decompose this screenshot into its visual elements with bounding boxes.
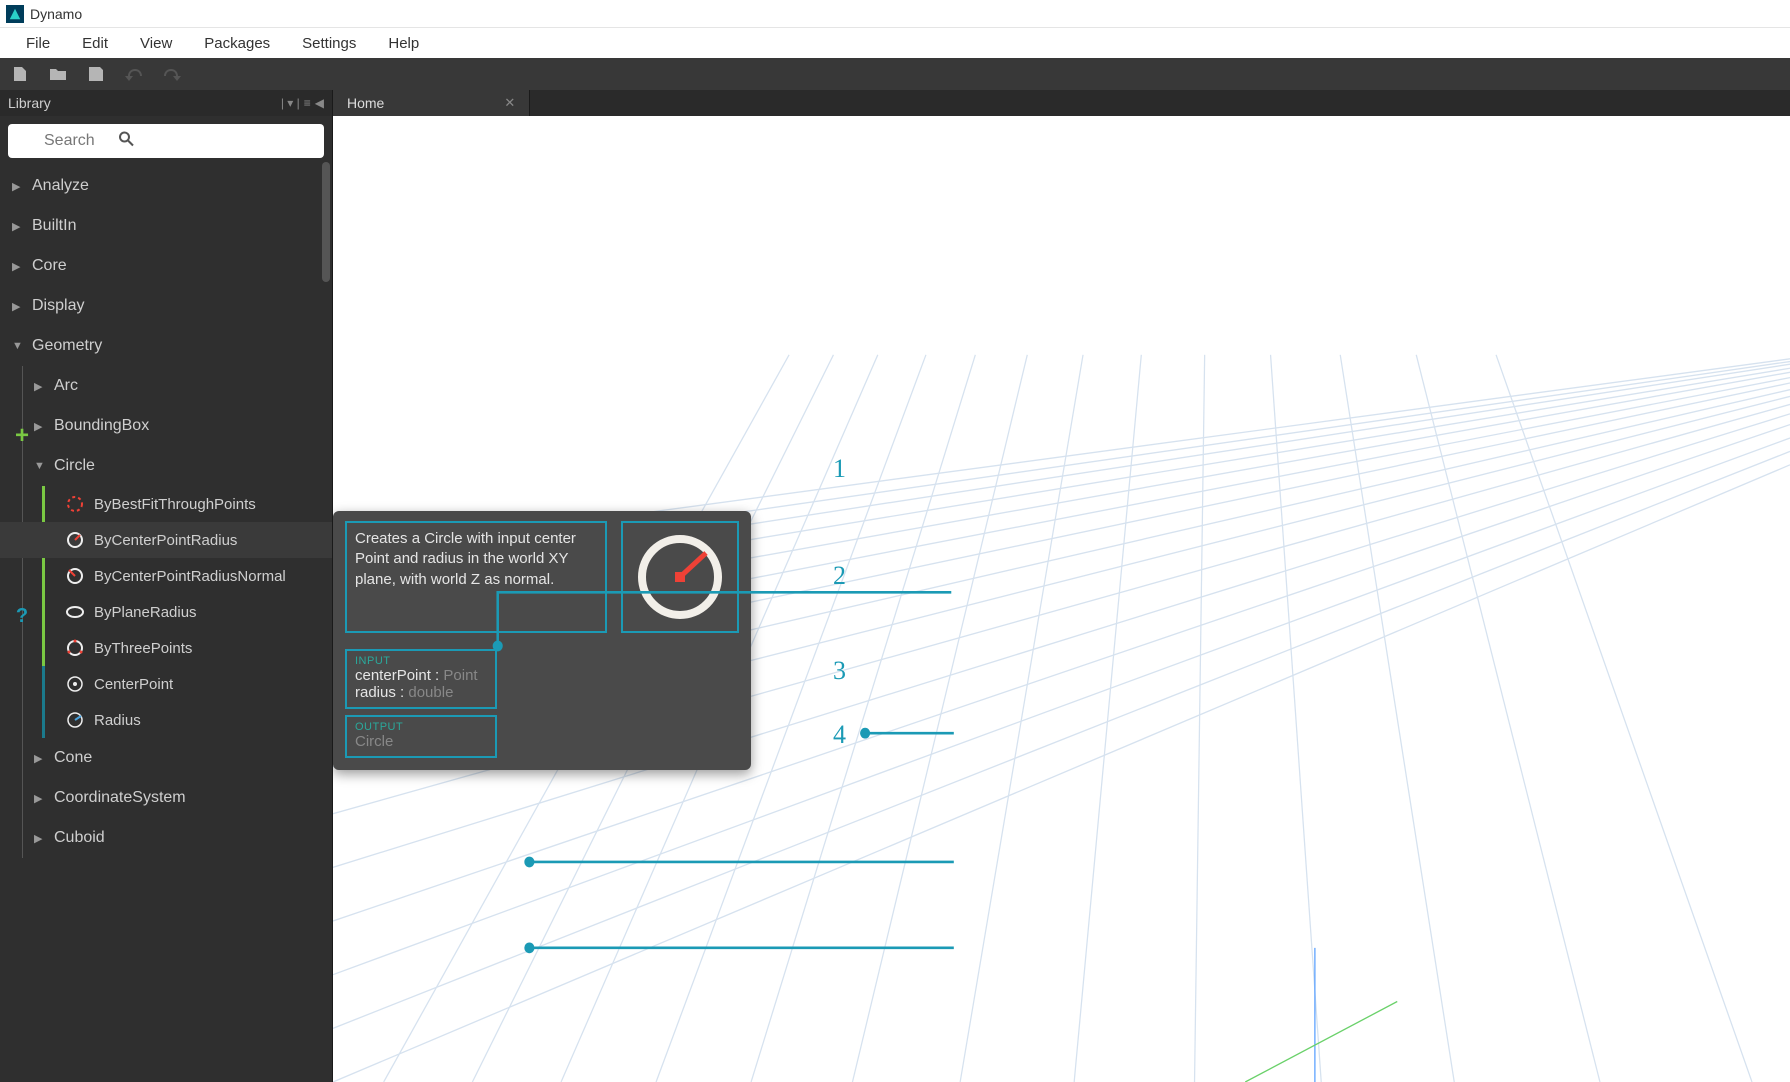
menu-edit[interactable]: Edit — [66, 31, 124, 56]
tooltip-output-block: OUTPUT Circle — [345, 715, 497, 758]
tooltip-node-icon — [621, 521, 739, 633]
node-bythreepoints[interactable]: ByThreePoints — [0, 630, 332, 666]
tree-item-coordinatesystem[interactable]: ▶CoordinateSystem — [0, 778, 332, 818]
window-title: Dynamo — [30, 6, 82, 22]
node-bybestfitthroughpoints[interactable]: ByBestFitThroughPoints — [0, 486, 332, 522]
tooltip-description: Creates a Circle with input center Point… — [345, 521, 607, 633]
node-centerpoint[interactable]: CenterPoint — [0, 666, 332, 702]
library-scrollbar[interactable] — [322, 162, 330, 282]
save-icon[interactable] — [84, 62, 108, 86]
circle-plane-icon — [64, 601, 86, 623]
output-title: OUTPUT — [355, 721, 487, 733]
tree-item-circle[interactable]: ▼Circle — [0, 446, 332, 486]
tree-item-builtin[interactable]: ▶BuiltIn — [0, 206, 332, 246]
input-title: INPUT — [355, 655, 487, 667]
circle-normal-icon — [64, 565, 86, 587]
tree-item-boundingbox[interactable]: ▶BoundingBox — [0, 406, 332, 446]
redo-icon[interactable] — [160, 62, 184, 86]
tree-item-cone[interactable]: ▶Cone — [0, 738, 332, 778]
undo-icon[interactable] — [122, 62, 146, 86]
menu-settings[interactable]: Settings — [286, 31, 372, 56]
annotation-2: 2 — [833, 561, 846, 591]
annotation-1: 1 — [833, 454, 846, 484]
new-file-icon[interactable] — [8, 62, 32, 86]
library-panel: Library | ▾ | ≡ ◀ ▶Analyze ▶BuiltIn ▶Cor… — [0, 90, 333, 1082]
node-byplaneradius[interactable]: ByPlaneRadius — [0, 594, 332, 630]
tree-item-analyze[interactable]: ▶Analyze — [0, 166, 332, 206]
query-nodes-help-icon[interactable]: ? — [10, 604, 34, 628]
circle-radius-icon — [64, 529, 86, 551]
circle-center-icon — [64, 673, 86, 695]
menu-help[interactable]: Help — [372, 31, 435, 56]
create-node-plus-icon[interactable]: + — [10, 424, 34, 448]
circle-radius-query-icon — [64, 709, 86, 731]
collapse-icon[interactable]: ◀ — [315, 96, 324, 110]
workspace-canvas[interactable]: Creates a Circle with input center Point… — [333, 116, 1790, 1082]
close-tab-icon[interactable]: ✕ — [504, 95, 515, 111]
tab-home[interactable]: Home ✕ — [333, 90, 530, 116]
library-tree[interactable]: ▶Analyze ▶BuiltIn ▶Core ▶Display ▼Geomet… — [0, 166, 332, 1082]
menubar: File Edit View Packages Settings Help — [0, 28, 1790, 58]
library-header-icons: | ▾ | ≡ ◀ — [281, 96, 324, 110]
tree-item-geometry[interactable]: ▼Geometry — [0, 326, 332, 366]
tree-item-cuboid[interactable]: ▶Cuboid — [0, 818, 332, 858]
view-mode-icon[interactable]: ≡ — [304, 96, 311, 110]
tooltip-input-block: INPUT centerPoint : Point radius : doubl… — [345, 649, 497, 709]
tab-label: Home — [347, 95, 384, 111]
open-file-icon[interactable] — [46, 62, 70, 86]
menu-file[interactable]: File — [10, 31, 66, 56]
search-input[interactable] — [8, 124, 324, 158]
node-radius[interactable]: Radius — [0, 702, 332, 738]
menu-packages[interactable]: Packages — [188, 31, 286, 56]
tree-item-display[interactable]: ▶Display — [0, 286, 332, 326]
tree-item-core[interactable]: ▶Core — [0, 246, 332, 286]
tree-item-arc[interactable]: ▶Arc — [0, 366, 332, 406]
app-icon — [6, 5, 24, 23]
circle-dashed-icon — [64, 493, 86, 515]
library-header: Library | ▾ | ≡ ◀ — [0, 90, 332, 116]
filter-icon[interactable]: | ▾ | — [281, 96, 300, 110]
window-titlebar: Dynamo — [0, 0, 1790, 28]
library-title: Library — [8, 95, 51, 111]
annotation-4: 4 — [833, 720, 846, 750]
node-tooltip-panel: Creates a Circle with input center Point… — [333, 511, 751, 770]
annotation-3: 3 — [833, 656, 846, 686]
tabbar: Home ✕ — [333, 90, 1790, 116]
menu-view[interactable]: View — [124, 31, 188, 56]
node-bycenterpointradius[interactable]: ByCenterPointRadius — [0, 522, 332, 558]
toolbar — [0, 58, 1790, 90]
circle-three-points-icon — [64, 637, 86, 659]
node-bycenterpointradiusnormal[interactable]: ByCenterPointRadiusNormal — [0, 558, 332, 594]
